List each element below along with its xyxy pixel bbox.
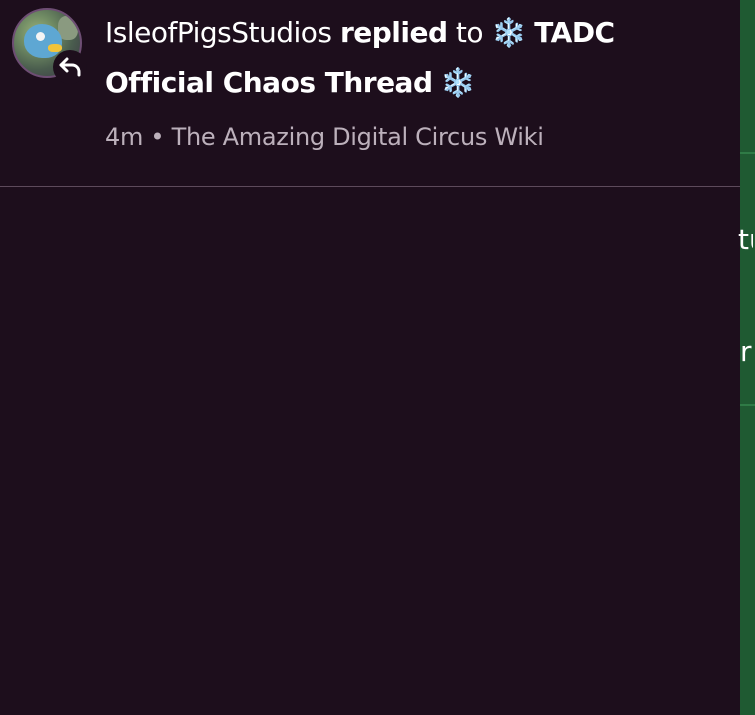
snowflake-icon: ❄️ [491,16,526,49]
wiki-name-link[interactable]: The Amazing Digital Circus Wiki [172,123,544,151]
snowflake-icon: ❄️ [440,66,476,99]
connector-text: to [455,16,484,49]
notification-text: IsleofPigsStudios replied to ❄️ TADC Offi… [105,8,695,154]
username-link[interactable]: IsleofPigsStudios [105,16,332,49]
notifications-panel: IsleofPigsStudios replied to ❄️ TADC Offi… [0,0,740,715]
reply-arrow-icon [53,50,87,84]
thread-title-part2: Official Chaos Thread [105,66,433,99]
avatar-bird-eye [36,32,45,41]
notification-headline: IsleofPigsStudios replied to ❄️ TADC Offi… [105,8,695,108]
thread-title-part1: TADC [534,16,615,49]
time-ago: 4m [105,123,144,151]
background-divider [740,152,755,154]
background-text-fragment: tu [738,223,753,256]
background-text-fragment: r [740,335,752,368]
background-page-edge: tu r [738,0,755,715]
notification-item[interactable]: IsleofPigsStudios replied to ❄️ TADC Offi… [0,0,740,187]
meta-separator: • [150,123,165,151]
action-text: replied [339,16,448,49]
notification-meta: 4m • The Amazing Digital Circus Wiki [105,120,695,154]
background-divider [740,404,755,406]
avatar-bird-shape [24,24,62,58]
avatar-bird-beak [48,44,62,52]
